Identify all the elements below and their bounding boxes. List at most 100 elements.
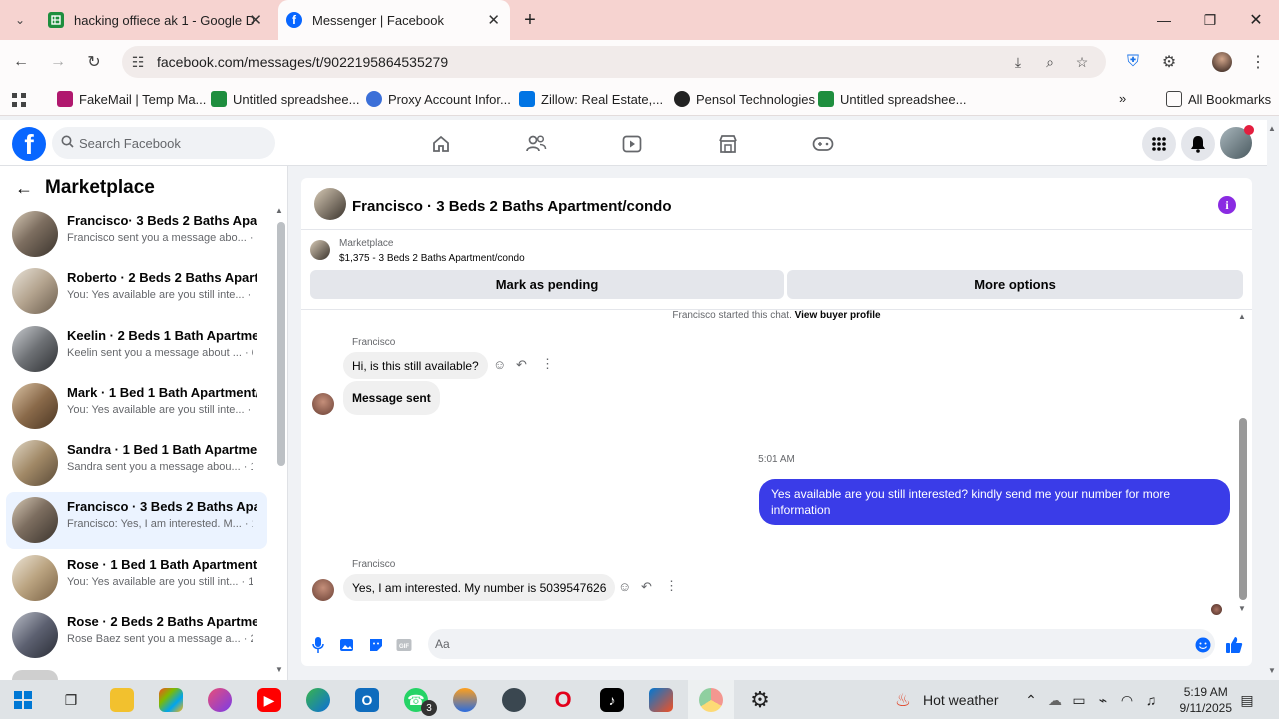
conversation-item[interactable]: Rose · 2 Beds 2 Baths Apartmen... Rose B… — [6, 607, 267, 664]
notification-center-icon[interactable]: ▤ — [1235, 688, 1259, 712]
settings-gear-icon[interactable]: ⚙ — [748, 687, 772, 712]
windows-start-icon[interactable] — [11, 688, 35, 712]
incoming-message[interactable]: Hi, is this still available? — [343, 352, 488, 379]
message-input[interactable]: Aa — [428, 629, 1215, 659]
gaming-icon[interactable] — [811, 132, 835, 156]
zoom-icon[interactable]: ⌕ — [1040, 52, 1060, 72]
menu-grid-icon[interactable] — [1142, 127, 1176, 161]
conversation-item[interactable]: Sandra · 1 Bed 1 Bath Apartmen... Sandra… — [6, 435, 267, 492]
friends-icon[interactable] — [524, 132, 548, 156]
conversation-item-active[interactable]: Francisco · 3 Beds 2 Baths Apart... Fran… — [6, 492, 267, 549]
emoji-icon[interactable] — [1194, 636, 1212, 654]
youtube-icon[interactable]: ▶ — [257, 688, 281, 712]
tiktok-icon[interactable]: ♪ — [600, 688, 624, 712]
bookmark-pensol[interactable]: Pensol Technologies — [674, 91, 815, 107]
sidebar-scroll-down-icon[interactable]: ▼ — [275, 665, 283, 674]
back-arrow-icon[interactable]: ← — [15, 178, 33, 199]
listing-thumbnail[interactable] — [310, 240, 330, 260]
install-app-icon[interactable]: ⤓ — [1008, 52, 1028, 72]
reload-icon[interactable]: ↻ — [82, 50, 106, 74]
bookmark-star-icon[interactable]: ☆ — [1072, 52, 1092, 72]
chat-title[interactable]: Francisco · 3 Beds 2 Baths Apartment/con… — [352, 198, 672, 215]
marketplace-icon[interactable] — [716, 132, 740, 156]
info-icon[interactable]: i — [1218, 196, 1236, 214]
more-bookmarks-icon[interactable]: » — [1119, 91, 1126, 106]
cloud-icon[interactable]: ☁ — [1043, 688, 1067, 712]
conversation-item[interactable]: Keelin · 2 Beds 1 Bath Apartmen... Keeli… — [6, 321, 267, 378]
chat-listing-thumbnail[interactable] — [314, 188, 346, 220]
bookmark-spreadsheet-1[interactable]: Untitled spreadshee... — [211, 91, 359, 107]
chat-scroll-up-icon[interactable]: ▲ — [1238, 312, 1246, 321]
extensions-icon[interactable]: ⚙ — [1157, 50, 1181, 74]
bookmark-zillow[interactable]: Zillow: Real Estate,... — [519, 91, 663, 107]
back-icon[interactable]: ← — [9, 50, 33, 74]
sticker-icon[interactable] — [367, 636, 385, 654]
chat-scroll-down-icon[interactable]: ▼ — [1238, 604, 1246, 613]
sender-avatar[interactable] — [312, 393, 334, 415]
mark-as-pending-button[interactable]: Mark as pending — [310, 270, 784, 299]
facebook-logo-icon[interactable]: f — [12, 127, 46, 161]
more-actions-icon[interactable]: ⋮ — [541, 356, 554, 372]
system-clock[interactable]: 5:19 AM 9/11/2025 — [1180, 684, 1233, 716]
all-bookmarks-button[interactable]: All Bookmarks — [1166, 91, 1271, 107]
conversation-item[interactable]: Mark · 1 Bed 1 Bath Apartment/... You: Y… — [6, 378, 267, 435]
usb-icon[interactable]: ⌁ — [1091, 688, 1115, 712]
sender-avatar[interactable] — [312, 579, 334, 601]
notifications-bell-icon[interactable] — [1181, 127, 1215, 161]
volume-icon[interactable]: ♫ — [1139, 688, 1163, 712]
facebook-search-input[interactable]: Search Facebook — [52, 127, 275, 159]
outgoing-message[interactable]: Yes available are you still interested? … — [759, 479, 1230, 525]
weather-text[interactable]: Hot weather — [923, 692, 998, 708]
copilot-icon[interactable] — [159, 688, 183, 712]
more-actions-icon[interactable]: ⋮ — [665, 578, 678, 594]
sidebar-scroll-up-icon[interactable]: ▲ — [275, 206, 283, 215]
app-icon[interactable] — [208, 688, 232, 712]
conversation-item[interactable]: Francisco· 3 Beds 2 Baths Apart... Franc… — [6, 206, 267, 263]
conversation-item[interactable]: Roberto · 2 Beds 2 Baths Apart... You: Y… — [6, 263, 267, 320]
conversation-item[interactable]: Rose · 1 Bed 1 Bath Apartment/c... You: … — [6, 550, 267, 607]
profile-avatar[interactable] — [1210, 50, 1234, 74]
page-scroll-up-icon[interactable]: ▲ — [1268, 124, 1276, 133]
reply-icon[interactable]: ↶ — [516, 357, 527, 373]
chevron-up-icon[interactable]: ⌃ — [1019, 688, 1043, 712]
listing-price[interactable]: $1,375 - 3 Beds 2 Baths Apartment/condo — [339, 253, 525, 264]
close-tab-icon[interactable]: ✕ — [249, 11, 262, 29]
photo-icon[interactable] — [338, 636, 356, 654]
browser-tab-messenger[interactable]: f Messenger | Facebook ✕ — [278, 0, 510, 40]
browser-tab-sheets[interactable]: hacking offiece ak 1 - Google D ✕ — [38, 0, 274, 40]
close-tab-icon[interactable]: ✕ — [487, 11, 500, 29]
sidebar-scrollbar[interactable] — [277, 222, 285, 466]
battery-icon[interactable]: ▭ — [1067, 688, 1091, 712]
account-avatar[interactable] — [1220, 125, 1254, 159]
wifi-icon[interactable]: ◠ — [1115, 688, 1139, 712]
new-tab-icon[interactable]: + — [507, 0, 553, 40]
react-emoji-icon[interactable]: ☺ — [493, 357, 506, 372]
menu-dots-icon[interactable]: ⋮ — [1246, 50, 1270, 74]
more-options-button[interactable]: More options — [787, 270, 1243, 299]
opera-icon[interactable]: O — [551, 687, 575, 712]
video-icon[interactable] — [620, 132, 644, 156]
bookmark-proxy[interactable]: Proxy Account Infor... — [366, 91, 511, 107]
view-buyer-profile-link[interactable]: View buyer profile — [795, 310, 881, 321]
home-icon[interactable] — [429, 132, 453, 156]
edge-icon[interactable] — [306, 688, 330, 712]
bookmark-fakemail[interactable]: FakeMail | Temp Ma... — [57, 91, 206, 107]
gif-icon[interactable]: GIF — [395, 636, 413, 654]
tab-search-icon[interactable]: ⌄ — [8, 8, 32, 32]
app-icon[interactable] — [502, 688, 526, 712]
bookmark-spreadsheet-2[interactable]: Untitled spreadshee... — [818, 91, 966, 107]
chat-scrollbar[interactable] — [1239, 418, 1247, 600]
incoming-message[interactable]: Message sent — [343, 381, 440, 415]
task-view-icon[interactable]: ❐ — [59, 688, 83, 712]
close-window-icon[interactable]: ✕ — [1233, 0, 1279, 40]
outlook-icon[interactable]: O — [355, 688, 379, 712]
thumbs-up-icon[interactable] — [1225, 636, 1243, 654]
store-icon[interactable] — [649, 688, 673, 712]
minimize-icon[interactable]: — — [1141, 0, 1187, 40]
address-bar[interactable]: ☷ facebook.com/messages/t/90221958645352… — [122, 46, 1106, 78]
reply-icon[interactable]: ↶ — [641, 579, 652, 595]
page-scroll-down-icon[interactable]: ▼ — [1268, 666, 1276, 675]
apps-grid-icon[interactable] — [11, 92, 27, 108]
incoming-message[interactable]: Yes, I am interested. My number is 50395… — [343, 574, 616, 601]
badge-app-icon[interactable] — [453, 688, 477, 712]
